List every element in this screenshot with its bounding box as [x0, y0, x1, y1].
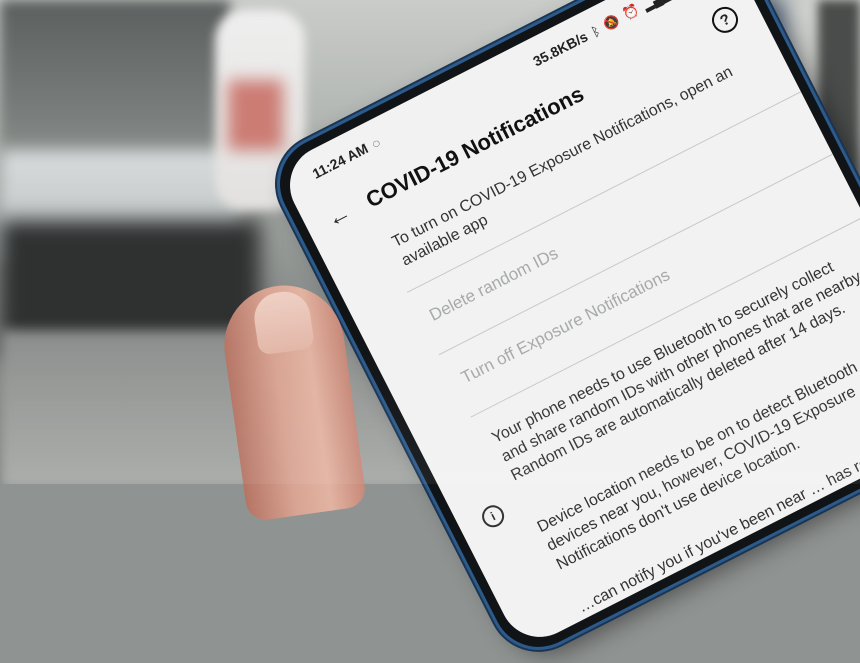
smartphone: 11:24 AM ◌ 35.8KB/s ᛒ 🔕 ⏰ ▂▄▆ ≋ 100 ← CO…: [264, 0, 860, 663]
mute-icon: 🔕: [600, 11, 622, 33]
phone-screen: 11:24 AM ◌ 35.8KB/s ᛒ 🔕 ⏰ ▂▄▆ ≋ 100 ← CO…: [276, 0, 860, 651]
signal-icon: ▂▄▆: [640, 0, 673, 13]
phone-wrapper: 11:24 AM ◌ 35.8KB/s ᛒ 🔕 ⏰ ▂▄▆ ≋ 100 ← CO…: [0, 0, 860, 663]
whatsapp-icon: ◌: [368, 134, 383, 152]
alarm-icon: ⏰: [620, 1, 642, 23]
info-icon: i: [478, 501, 508, 532]
bluetooth-icon: ᛒ: [588, 22, 603, 40]
